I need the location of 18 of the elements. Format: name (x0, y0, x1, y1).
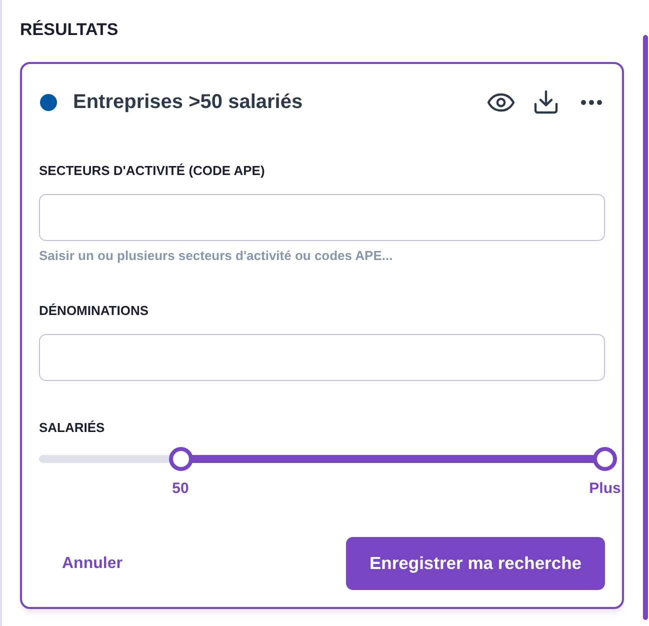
section-title: RÉSULTATS (20, 21, 120, 39)
field-label: SECTEURS D'ACTIVITÉ (CODE APE) (39, 163, 266, 179)
slider-value: Plus (589, 480, 621, 498)
slider-value: 50 (172, 480, 189, 498)
more-options-icon[interactable] (581, 100, 602, 104)
field-label: DÉNOMINATIONS (39, 303, 150, 319)
field-help-text: Saisir un ou plusieurs secteurs d'activité ou codes APE... (39, 248, 394, 264)
cancel-link[interactable]: Annuler (39, 537, 146, 590)
slider-thumb[interactable] (168, 447, 192, 471)
text-input-field[interactable] (39, 194, 605, 241)
slider-thumb[interactable] (593, 447, 617, 471)
text-input-field[interactable] (39, 334, 605, 381)
eye-icon[interactable] (487, 92, 515, 112)
save-search-button[interactable]: Enregistrer ma recherche (346, 537, 605, 590)
download-icon[interactable] (534, 90, 558, 114)
search-title: Entreprises >50 salariés (73, 90, 303, 114)
scrollbar-thumb[interactable] (643, 35, 648, 620)
field-label: SALARIÉS (39, 420, 106, 436)
